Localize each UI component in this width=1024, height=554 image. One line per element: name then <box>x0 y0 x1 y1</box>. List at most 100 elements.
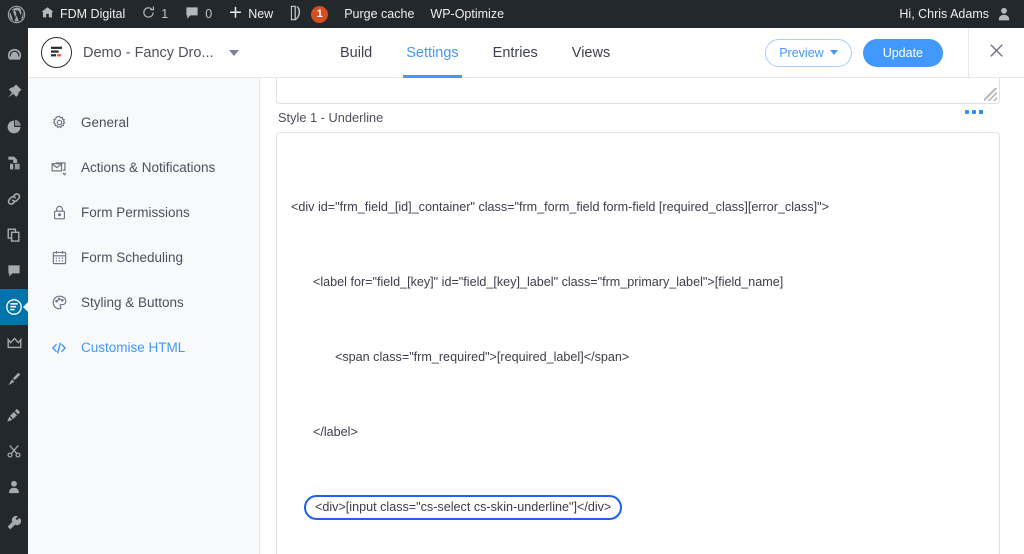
formidable-logo-icon <box>41 37 72 68</box>
comments-menu[interactable]: 0 <box>176 0 220 28</box>
calendar-icon <box>50 249 68 266</box>
adminmenu-item-media[interactable] <box>0 109 28 145</box>
preview-label: Preview <box>779 46 823 60</box>
link-icon <box>6 191 22 207</box>
code-line-highlighted: <div>[input class="cs-select cs-skin-und… <box>291 495 985 520</box>
brush-icon <box>6 371 22 387</box>
builder-body: General Actions & Notifications <box>28 78 1024 554</box>
chevron-down-icon <box>229 50 239 56</box>
copy-icon <box>6 227 22 243</box>
updates-count: 1 <box>161 7 168 21</box>
media-icon <box>6 119 22 135</box>
comment-bubble-icon <box>184 5 200 24</box>
site-name-menu[interactable]: FDM Digital <box>32 0 133 28</box>
style-code-textarea[interactable]: <div id="frm_field_[id]_container" class… <box>276 132 1000 554</box>
adminmenu-item-pages[interactable] <box>0 145 28 181</box>
customise-html-panel: Style 1 - Underline <div id="frm_field_[… <box>260 78 1024 554</box>
code-line: <label for="field_[key]" id="field_[key]… <box>291 270 985 295</box>
builder-nav-tabs: Build Settings Entries Views <box>340 28 610 78</box>
formidable-app: Demo - Fancy Dro... Build Settings Entri… <box>28 28 1024 554</box>
sidebar-item-form-permissions[interactable]: Form Permissions <box>28 190 259 235</box>
adminmenu-item-duplicate[interactable] <box>0 217 28 253</box>
pin-icon <box>6 83 22 99</box>
formidable-icon <box>5 298 23 316</box>
sidebar-item-label: General <box>81 115 129 130</box>
adminmenu-item-dashboard[interactable] <box>0 37 28 73</box>
wordpress-icon <box>7 5 26 24</box>
yoast-icon <box>289 5 304 24</box>
update-button[interactable]: Update <box>863 39 943 67</box>
adminmenu-item-tools[interactable] <box>0 505 28 541</box>
settings-sidebar: General Actions & Notifications <box>28 78 260 554</box>
palette-icon <box>50 294 68 311</box>
adminmenu-item-posts[interactable] <box>0 73 28 109</box>
sidebar-item-label: Actions & Notifications <box>81 160 215 175</box>
new-content-menu[interactable]: New <box>220 0 281 28</box>
sidebar-item-label: Customise HTML <box>81 340 185 355</box>
preview-button[interactable]: Preview <box>765 39 851 67</box>
adminmenu-item-appearance[interactable] <box>0 361 28 397</box>
my-account-menu[interactable]: Hi, Chris Adams <box>899 6 1024 22</box>
code-line: <span class="frm_required">[required_lab… <box>291 345 985 370</box>
new-label: New <box>248 7 273 21</box>
lock-icon <box>50 204 68 221</box>
pages-icon <box>6 155 22 171</box>
sidebar-item-actions-notifications[interactable]: Actions & Notifications <box>28 145 259 190</box>
wp-admin-menu <box>0 28 28 554</box>
yoast-seo-menu[interactable]: 1 <box>281 0 336 28</box>
resize-handle[interactable] <box>984 88 997 101</box>
purge-cache-button[interactable]: Purge cache <box>336 0 422 28</box>
scissors-icon <box>6 443 22 459</box>
topbar-actions: Preview Update <box>765 28 1024 78</box>
adminmenu-item-plugins[interactable] <box>0 397 28 433</box>
sidebar-item-customise-html[interactable]: Customise HTML <box>28 325 259 370</box>
updates-menu[interactable]: 1 <box>133 0 176 28</box>
chevron-down-icon <box>830 50 838 55</box>
code-brackets-icon <box>50 339 68 357</box>
crown-icon <box>6 335 23 352</box>
close-builder-button[interactable] <box>968 28 1024 78</box>
greeting-label: Hi, Chris Adams <box>899 7 989 21</box>
cloud-icon <box>6 551 23 554</box>
sidebar-item-general[interactable]: General <box>28 100 259 145</box>
adminmenu-item-snippets[interactable] <box>0 433 28 469</box>
sidebar-item-styling-buttons[interactable]: Styling & Buttons <box>28 280 259 325</box>
site-name-label: FDM Digital <box>60 7 125 21</box>
user-icon <box>6 479 22 495</box>
style-field-label: Style 1 - Underline <box>278 110 1000 125</box>
yoast-notification-badge: 1 <box>311 6 328 23</box>
tab-entries[interactable]: Entries <box>493 28 538 78</box>
code-line: <div id="frm_field_[id]_container" class… <box>291 195 985 220</box>
adminmenu-item-links[interactable] <box>0 181 28 217</box>
close-icon <box>987 41 1006 65</box>
form-title-dropdown[interactable]: Demo - Fancy Dro... <box>28 37 340 68</box>
user-avatar-icon <box>996 6 1012 22</box>
adminmenu-item-premium[interactable] <box>0 325 28 361</box>
form-title-label: Demo - Fancy Dro... <box>83 45 214 61</box>
comments-count: 0 <box>205 7 212 21</box>
adminmenu-item-cloud[interactable] <box>0 541 28 554</box>
field-options-dots[interactable] <box>965 110 983 114</box>
adminmenu-item-comments[interactable] <box>0 253 28 289</box>
previous-code-textarea[interactable] <box>276 78 1000 104</box>
highlight-annotation: <div>[input class="cs-select cs-skin-und… <box>304 495 622 520</box>
envelopes-icon <box>50 159 68 177</box>
adminmenu-item-formidable[interactable] <box>0 289 28 325</box>
sidebar-item-label: Form Scheduling <box>81 250 183 265</box>
sidebar-item-label: Form Permissions <box>81 205 190 220</box>
updates-icon <box>141 5 156 23</box>
dashboard-icon <box>6 47 23 64</box>
gear-icon <box>50 114 68 131</box>
plus-icon <box>228 5 243 23</box>
wp-admin-bar: FDM Digital 1 0 New 1 Purge cache WP-Opt… <box>0 0 1024 28</box>
code-line: </label> <box>291 420 985 445</box>
wordpress-logo-button[interactable] <box>0 0 32 28</box>
tab-build[interactable]: Build <box>340 28 372 78</box>
sidebar-item-form-scheduling[interactable]: Form Scheduling <box>28 235 259 280</box>
tab-settings[interactable]: Settings <box>406 28 458 78</box>
panel-scroll-area: Style 1 - Underline <div id="frm_field_[… <box>276 78 1000 554</box>
wp-optimize-menu[interactable]: WP-Optimize <box>422 0 512 28</box>
plug-icon <box>6 407 22 423</box>
adminmenu-item-users[interactable] <box>0 469 28 505</box>
tab-views[interactable]: Views <box>572 28 610 78</box>
